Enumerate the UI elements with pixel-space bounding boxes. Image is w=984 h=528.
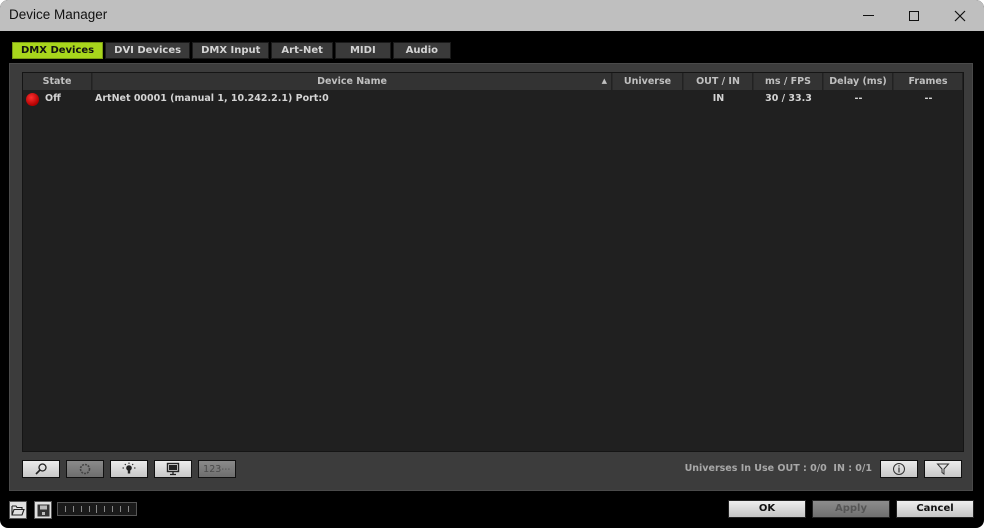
tab-dvi-devices[interactable]: DVI Devices: [105, 42, 191, 59]
settings-button[interactable]: [66, 460, 104, 478]
table-header: State Device Name ▲ Universe OUT / IN ms…: [23, 73, 963, 90]
cell-out-in: IN: [712, 93, 725, 104]
cell-state: Off: [45, 93, 61, 104]
open-button[interactable]: [9, 501, 27, 519]
universes-in-use-status: Universes In Use OUT : 0/0 IN : 0/1: [684, 463, 872, 474]
column-header-out-in[interactable]: OUT / IN: [684, 73, 753, 90]
sort-ascending-icon: ▲: [601, 77, 607, 85]
tab-audio[interactable]: Audio: [392, 42, 451, 59]
state-indicator-icon: [26, 93, 39, 106]
column-header-device-name[interactable]: Device Name ▲: [93, 73, 612, 90]
minimize-icon: [862, 15, 874, 16]
cell-universe: [613, 91, 683, 107]
devices-panel: State Device Name ▲ Universe OUT / IN ms…: [9, 63, 973, 491]
search-button[interactable]: [22, 460, 60, 478]
filter-icon: [936, 463, 950, 475]
tab-dmx-devices[interactable]: DMX Devices: [12, 42, 104, 59]
minimize-button[interactable]: [845, 0, 891, 31]
monitor-icon: [166, 462, 180, 476]
numbering-button[interactable]: 123⋯: [198, 460, 236, 478]
numbering-icon: 123⋯: [203, 463, 231, 475]
column-header-state[interactable]: State: [23, 73, 92, 90]
cell-ms-fps: 30 / 33.3: [765, 93, 812, 104]
meter-tick: [64, 506, 66, 512]
identify-button[interactable]: [110, 460, 148, 478]
column-header-universe[interactable]: Universe: [613, 73, 683, 90]
column-header-delay[interactable]: Delay (ms): [824, 73, 893, 90]
meter-tick: [128, 506, 130, 512]
meter-tick: [120, 506, 122, 512]
device-table: State Device Name ▲ Universe OUT / IN ms…: [22, 72, 964, 452]
tab-art-net[interactable]: Art-Net: [271, 42, 333, 59]
meter-tick: [80, 506, 82, 512]
meter-tick: [72, 506, 74, 512]
light-bulb-icon: [122, 462, 136, 474]
window-title: Device Manager: [9, 7, 108, 22]
search-icon: [35, 463, 47, 475]
info-button[interactable]: [880, 460, 918, 478]
maximize-button[interactable]: [891, 0, 937, 31]
close-button[interactable]: [937, 0, 983, 31]
column-header-ms-fps[interactable]: ms / FPS: [754, 73, 823, 90]
ok-button[interactable]: OK: [728, 500, 806, 518]
cell-frames: --: [924, 93, 933, 104]
level-meter: [57, 502, 137, 516]
save-icon: [37, 504, 49, 516]
tab-midi[interactable]: MIDI: [334, 42, 391, 59]
meter-tick: [112, 506, 114, 512]
close-icon: [954, 10, 966, 21]
table-row[interactable]: Off ArtNet 00001 (manual 1, 10.242.2.1) …: [23, 91, 963, 107]
meter-tick: [96, 505, 98, 513]
display-button[interactable]: [154, 460, 192, 478]
column-header-frames[interactable]: Frames: [894, 73, 963, 90]
meter-tick: [88, 506, 90, 512]
info-icon: [893, 463, 905, 475]
maximize-icon: [909, 10, 919, 21]
column-header-device-name-label: Device Name: [317, 76, 387, 87]
filter-button[interactable]: [924, 460, 962, 478]
meter-tick: [104, 506, 106, 512]
cell-delay: --: [854, 93, 863, 104]
tab-dmx-input[interactable]: DMX Input: [192, 42, 270, 59]
gear-icon: [79, 463, 91, 475]
tab-bar: DMX Devices DVI Devices DMX Input Art-Ne…: [12, 42, 451, 59]
device-manager-window: Device Manager DMX Devices DVI Devices D…: [0, 0, 984, 528]
cell-device-name: ArtNet 00001 (manual 1, 10.242.2.1) Port…: [95, 93, 329, 104]
title-bar: Device Manager: [0, 0, 984, 31]
apply-button[interactable]: Apply: [812, 500, 890, 518]
folder-open-icon: [11, 505, 25, 516]
save-button[interactable]: [34, 501, 52, 519]
cancel-button[interactable]: Cancel: [896, 500, 974, 518]
